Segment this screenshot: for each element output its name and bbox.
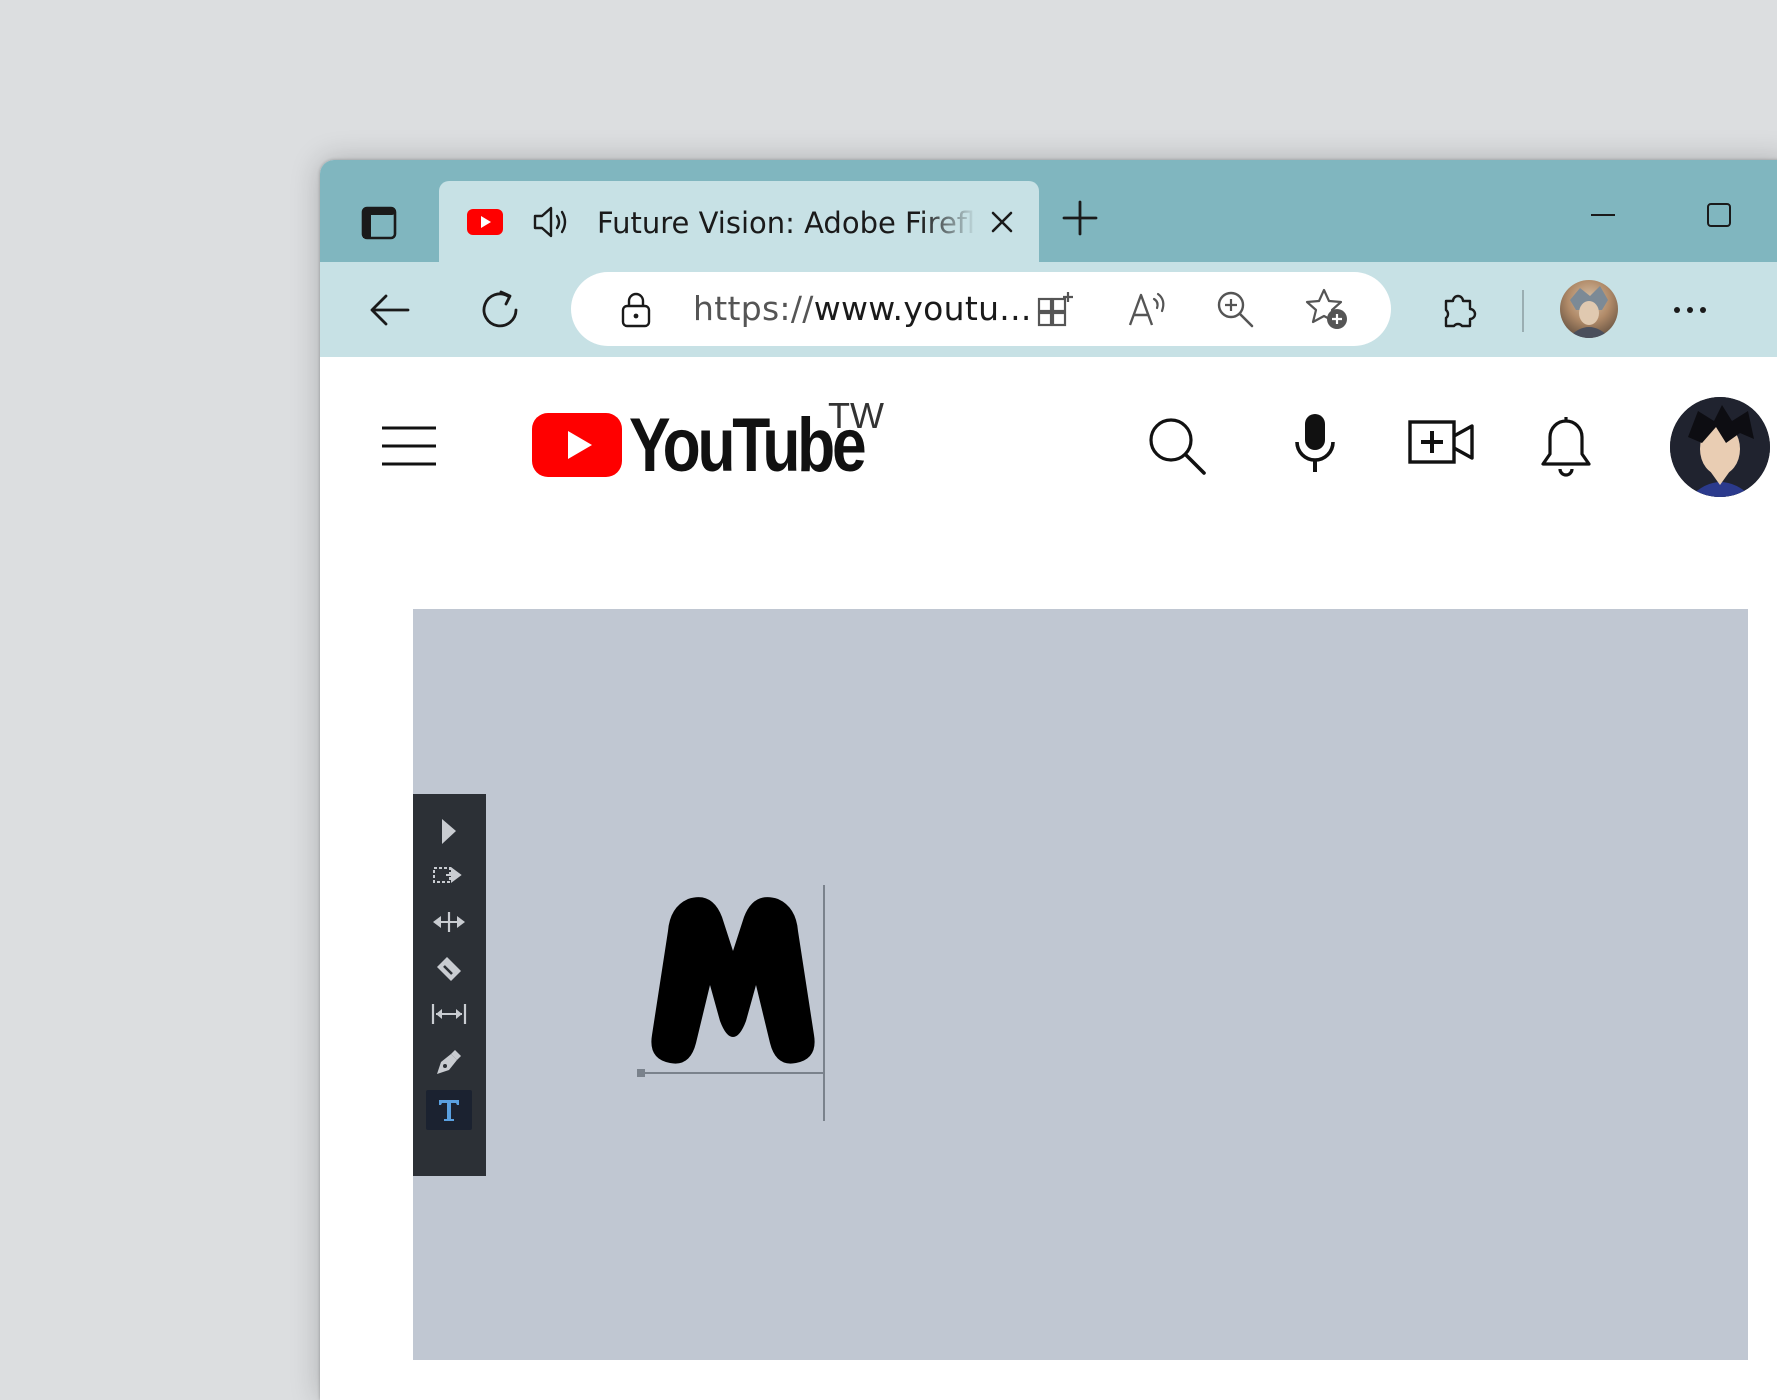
youtube-logo-icon — [532, 413, 622, 477]
canvas-text-m[interactable] — [636, 881, 836, 1125]
pen-tool-icon — [437, 1050, 461, 1074]
toolbar-separator — [1522, 290, 1524, 332]
tool-measure[interactable] — [426, 994, 472, 1034]
tab-actions-button[interactable] — [360, 204, 398, 242]
address-bar[interactable]: https://www.youtu... — [571, 272, 1391, 346]
more-icon[interactable] — [1672, 304, 1708, 316]
browser-toolbar: https://www.youtu... — [320, 262, 1777, 358]
microphone-icon[interactable] — [1290, 412, 1340, 474]
tool-knife[interactable] — [426, 949, 472, 989]
title-bar: Future Vision: Adobe Firefly — [320, 160, 1777, 262]
hamburger-menu-icon[interactable] — [380, 424, 438, 468]
add-favorite-icon[interactable] — [1304, 287, 1350, 331]
type-tool-icon — [439, 1100, 459, 1121]
read-aloud-icon[interactable] — [1126, 289, 1170, 329]
minimize-icon[interactable] — [1588, 200, 1618, 230]
browser-tab-active[interactable]: Future Vision: Adobe Firefly — [439, 181, 1039, 262]
zoom-icon[interactable] — [1215, 289, 1255, 329]
tool-selection[interactable] — [426, 812, 472, 852]
account-picture-icon — [1670, 397, 1770, 497]
audio-icon[interactable] — [531, 202, 571, 242]
create-video-icon[interactable] — [1408, 419, 1474, 465]
profile-avatar[interactable] — [1560, 280, 1618, 338]
tool-direct-selection[interactable] — [426, 856, 472, 896]
maximize-icon[interactable] — [1704, 200, 1734, 230]
letter-m-glyph — [637, 885, 825, 1121]
tab-title: Future Vision: Adobe Firefly — [597, 206, 977, 240]
move-tool-icon — [433, 912, 465, 932]
close-icon[interactable] — [989, 209, 1015, 235]
profile-picture-icon — [1568, 286, 1610, 338]
reload-icon[interactable] — [478, 288, 522, 332]
direct-selection-tool-icon — [433, 867, 462, 883]
back-arrow-icon[interactable] — [368, 288, 412, 332]
tool-pen[interactable] — [426, 1042, 472, 1082]
plus-icon[interactable] — [1061, 199, 1099, 237]
tab-actions-icon — [361, 206, 397, 240]
search-icon[interactable] — [1146, 415, 1208, 477]
url-scheme: https:// — [693, 289, 814, 328]
tool-type[interactable] — [426, 1090, 472, 1130]
url-text[interactable]: https://www.youtu... — [693, 288, 1032, 330]
url-host: www.youtu... — [813, 289, 1032, 328]
measure-tool-icon — [431, 1004, 467, 1024]
youtube-favicon — [467, 209, 503, 235]
tool-move[interactable] — [426, 902, 472, 942]
selection-tool-icon — [442, 819, 456, 844]
tools-panel — [413, 794, 486, 1176]
lock-icon[interactable] — [619, 291, 653, 329]
region-code: TW — [828, 395, 884, 436]
account-avatar[interactable] — [1670, 397, 1770, 497]
video-player[interactable] — [413, 609, 1748, 1360]
extensions-icon[interactable] — [1438, 289, 1480, 331]
youtube-header: YouTube TW — [320, 357, 1777, 517]
browser-window: Future Vision: Adobe Firefly https://www… — [320, 160, 1777, 1400]
knife-tool-icon — [437, 957, 461, 981]
bell-icon[interactable] — [1538, 412, 1594, 478]
apps-icon[interactable] — [1036, 289, 1076, 329]
